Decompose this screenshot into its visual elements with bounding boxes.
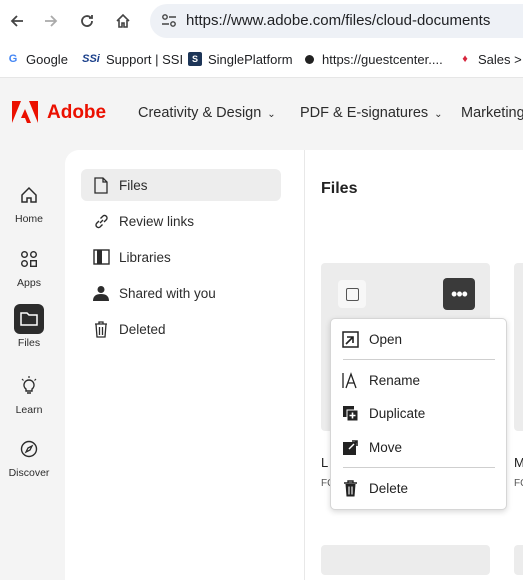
rename-icon	[341, 371, 359, 389]
forward-button[interactable]	[38, 8, 64, 34]
browser-chrome: https://www.adobe.com/files/cloud-docume…	[0, 0, 523, 78]
bookmark-singleplatform[interactable]: S SinglePlatform	[188, 50, 293, 68]
panel-item-libraries[interactable]: Libraries	[81, 241, 281, 273]
link-icon	[91, 213, 111, 230]
open-icon	[341, 330, 359, 348]
adobe-logo[interactable]: Adobe	[12, 101, 106, 125]
site-header: Adobe Creativity & Design ⌄ PDF & E-signa…	[0, 78, 523, 148]
file-card-thumbnail-row2[interactable]	[321, 545, 490, 575]
chevron-down-icon: ⌄	[434, 109, 443, 120]
rail-item-home[interactable]: Home	[0, 180, 58, 225]
ssi-icon: SSi	[82, 53, 100, 65]
reload-button[interactable]	[74, 8, 100, 34]
apps-icon	[14, 244, 44, 274]
trash-icon	[341, 479, 359, 497]
library-icon	[91, 249, 111, 265]
address-bar[interactable]: https://www.adobe.com/files/cloud-docume…	[150, 4, 523, 38]
nav-pdf-esignatures[interactable]: PDF & E-signatures ⌄	[300, 105, 443, 121]
site-settings-icon[interactable]	[161, 14, 177, 28]
people-icon	[91, 285, 111, 301]
files-side-panel: Files Review links Libraries Shared with…	[65, 150, 305, 580]
adobe-logo-icon	[12, 101, 38, 123]
nav-marketing[interactable]: Marketing	[461, 105, 523, 121]
menu-item-open[interactable]: Open	[341, 325, 501, 353]
move-icon	[341, 438, 359, 456]
file-card-name[interactable]: L	[321, 455, 328, 470]
menu-divider	[343, 467, 495, 468]
bookmark-support[interactable]: SSi Support | SSI	[82, 50, 183, 68]
forward-arrow-icon	[45, 15, 58, 27]
back-button[interactable]	[4, 8, 30, 34]
folder-icon	[14, 304, 44, 334]
file-card-name-next[interactable]: M	[514, 455, 523, 470]
more-dots-icon: •••	[451, 283, 468, 304]
menu-item-delete[interactable]: Delete	[341, 474, 501, 502]
url-text: https://www.adobe.com/files/cloud-docume…	[186, 12, 491, 29]
bookmark-guestcenter[interactable]: https://guestcenter....	[302, 50, 443, 68]
page-title: Files	[321, 180, 358, 197]
file-card-meta-next: FC	[514, 478, 523, 489]
rail-item-discover[interactable]: Discover	[0, 434, 58, 479]
chevron-down-icon: ⌄	[267, 109, 276, 120]
panel-item-deleted[interactable]: Deleted	[81, 313, 281, 345]
file-context-menu: Open Rename Duplicate Move Delete	[330, 318, 507, 510]
menu-item-rename[interactable]: Rename	[341, 366, 501, 394]
rail-item-files[interactable]: Files	[0, 304, 58, 349]
panel-item-review-links[interactable]: Review links	[81, 205, 281, 237]
panel-item-files[interactable]: Files	[81, 169, 281, 201]
back-arrow-icon	[10, 15, 23, 27]
trash-icon	[91, 320, 111, 338]
compass-icon	[14, 434, 44, 464]
bookmark-google[interactable]: G Google	[6, 50, 68, 68]
singleplatform-icon: S	[188, 52, 202, 66]
lightbulb-icon	[14, 371, 44, 401]
rail-item-learn[interactable]: Learn	[0, 371, 58, 416]
home-icon	[14, 180, 44, 210]
dot-icon	[302, 52, 316, 66]
google-icon: G	[8, 53, 18, 65]
file-icon	[91, 176, 111, 194]
reload-icon	[81, 15, 93, 27]
rail-item-apps[interactable]: Apps	[0, 244, 58, 289]
nav-creativity-design[interactable]: Creativity & Design ⌄	[138, 105, 276, 121]
select-checkbox[interactable]	[338, 280, 366, 308]
house-icon	[116, 13, 130, 28]
checkbox-box	[345, 287, 359, 301]
menu-item-move[interactable]: Move	[341, 433, 501, 461]
home-button[interactable]	[110, 8, 136, 34]
file-card-thumbnail-row2-next[interactable]	[514, 545, 523, 575]
more-actions-button[interactable]: •••	[443, 278, 475, 310]
file-card-thumbnail-next[interactable]	[514, 263, 523, 431]
menu-item-duplicate[interactable]: Duplicate	[341, 399, 501, 427]
bookmark-sales[interactable]: ♦ Sales >	[458, 50, 522, 68]
flame-icon: ♦	[462, 53, 468, 65]
panel-item-shared-with-you[interactable]: Shared with you	[81, 277, 281, 309]
menu-divider	[343, 359, 495, 360]
duplicate-icon	[341, 404, 359, 422]
